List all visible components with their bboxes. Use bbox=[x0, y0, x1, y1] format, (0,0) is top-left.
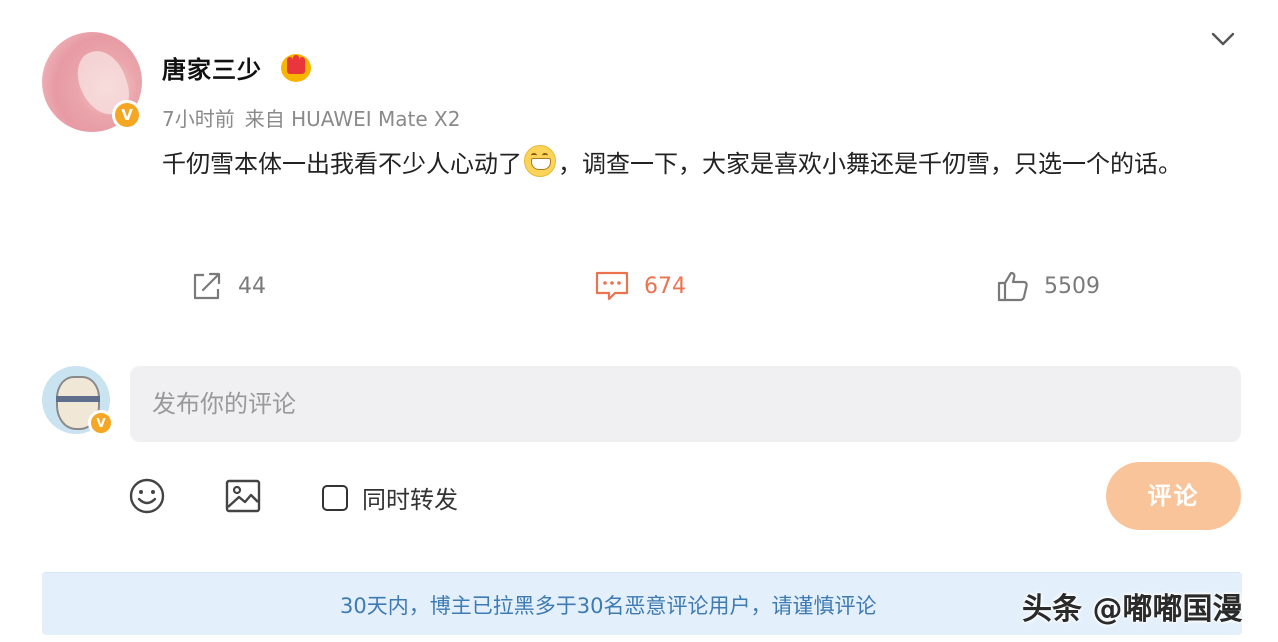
repost-checkbox[interactable]: 同时转发 bbox=[322, 480, 458, 515]
comment-input[interactable]: 发布你的评论 bbox=[130, 366, 1241, 442]
post-source: 来自 HUAWEI Mate X2 bbox=[244, 107, 461, 131]
emoji-smile-icon[interactable] bbox=[127, 476, 167, 516]
repost-label: 同时转发 bbox=[362, 486, 458, 514]
share-icon bbox=[193, 272, 221, 300]
comment-count: 674 bbox=[644, 273, 686, 299]
post-text-part1: 千仞雪本体一出我看不少人心动了 bbox=[162, 150, 522, 178]
avatar-headband bbox=[56, 396, 100, 402]
chevron-down-icon[interactable] bbox=[1210, 28, 1236, 50]
crown-vip-icon[interactable] bbox=[281, 54, 311, 82]
current-user-avatar[interactable]: V bbox=[42, 366, 114, 436]
post-author-name[interactable]: 唐家三少 bbox=[162, 50, 262, 85]
share-button[interactable]: 44 bbox=[190, 268, 266, 304]
thumbs-up-icon bbox=[997, 271, 1028, 302]
post-content: 千仞雪本体一出我看不少人心动了 ，调查一下，大家是喜欢小舞还是千仞雪，只选一个的话… bbox=[162, 140, 1242, 188]
post-text-part2: ，调查一下，大家是喜欢小舞还是千仞雪，只选一个的话。 bbox=[558, 150, 1182, 178]
verified-v-icon: V bbox=[112, 100, 142, 130]
comment-icon bbox=[595, 271, 629, 301]
checkbox-icon[interactable] bbox=[322, 484, 348, 511]
post-meta: 7小时前 来自 HUAWEI Mate X2 bbox=[162, 103, 460, 132]
crown-base bbox=[287, 63, 305, 74]
like-count: 5509 bbox=[1044, 273, 1100, 299]
post-author-avatar[interactable]: V bbox=[42, 32, 142, 132]
share-count: 44 bbox=[238, 273, 266, 299]
post-time[interactable]: 7小时前 bbox=[162, 107, 235, 131]
grin-emoji-icon bbox=[524, 145, 556, 177]
comment-button[interactable]: 674 bbox=[594, 268, 686, 304]
watermark: 头条 @嘟嘟国漫 bbox=[1022, 592, 1243, 627]
submit-comment-button[interactable]: 评论 bbox=[1106, 462, 1241, 530]
image-icon[interactable] bbox=[223, 476, 263, 516]
verified-v-icon: V bbox=[88, 410, 114, 436]
notice-text: 30天内，博主已拉黑多于30名恶意评论用户，请谨慎评论 bbox=[340, 594, 877, 618]
like-button[interactable]: 5509 bbox=[996, 268, 1100, 304]
